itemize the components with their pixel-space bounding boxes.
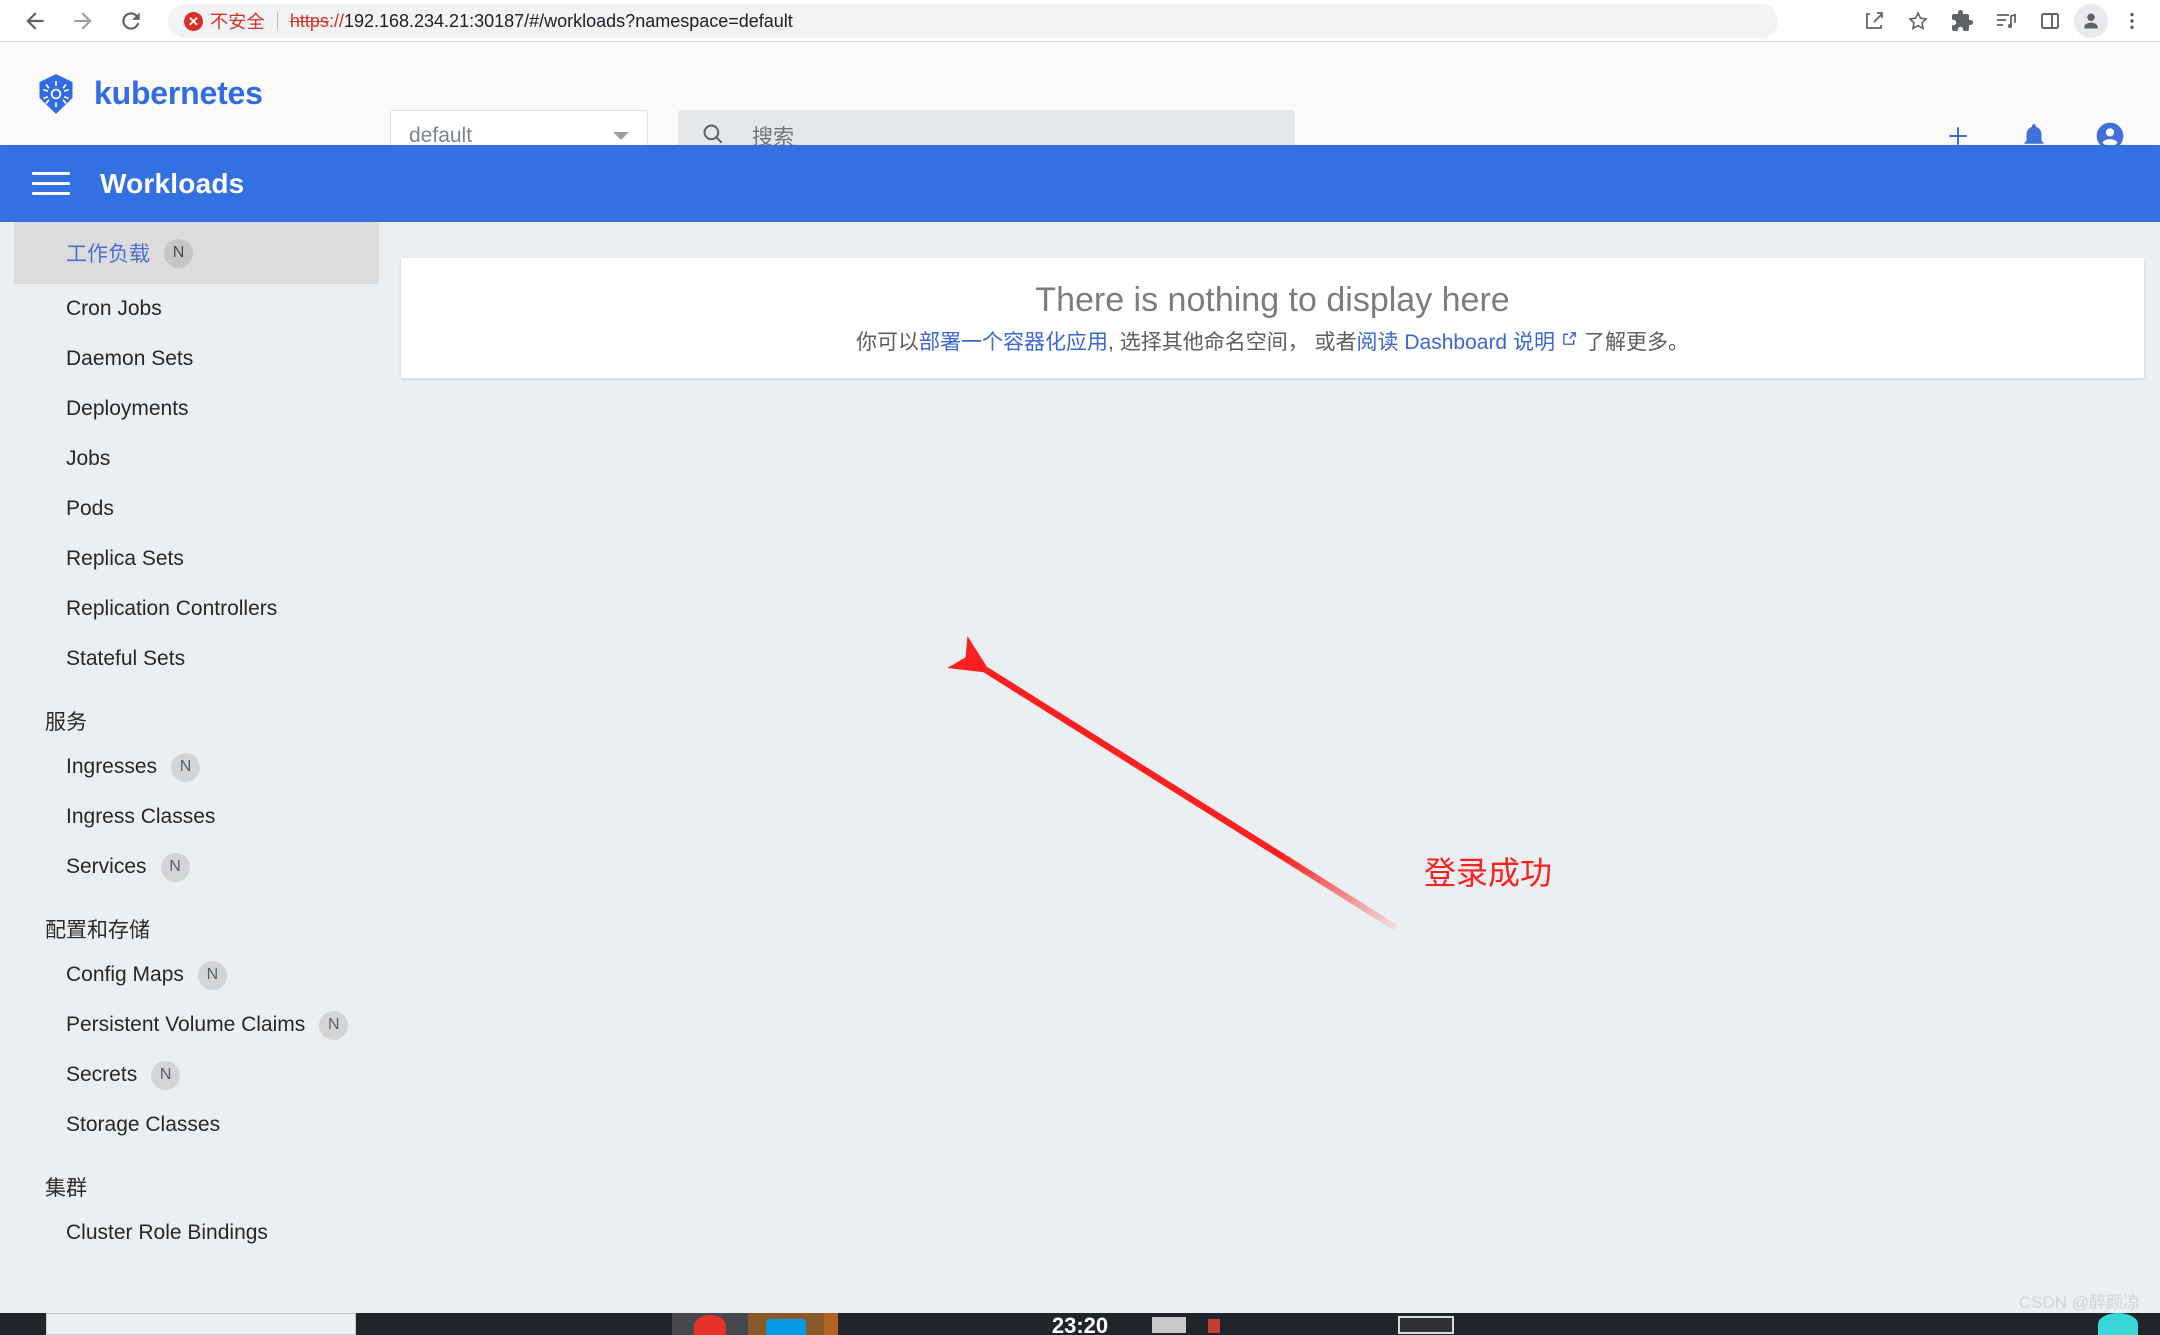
namespaced-badge: N [197, 960, 227, 990]
empty-sub-prefix: 你可以 [856, 330, 920, 354]
security-status[interactable]: ✕ 不安全 [184, 8, 265, 34]
page-title-bar: Workloads [0, 145, 2160, 222]
page-title: Workloads [100, 167, 245, 199]
browser-toolbar: ✕ 不安全 https://192.168.234.21:30187/#/wor… [0, 0, 2160, 42]
menu-hamburger-icon[interactable] [32, 172, 70, 195]
side-panel-icon[interactable] [2030, 1, 2070, 41]
taskbar-app-5[interactable] [2098, 1313, 2138, 1335]
sidebar-section-header: 配置和存储 [45, 919, 150, 942]
sidebar-item-label: Replication Controllers [66, 597, 278, 620]
extensions-puzzle-icon[interactable] [1942, 1, 1982, 41]
sidebar-item-ingresses[interactable]: Ingresses N [0, 742, 393, 792]
sidebar-item-secrets[interactable]: Secrets N [0, 1050, 393, 1100]
sidebar-item-ingress-classes[interactable]: Ingress Classes [0, 792, 393, 842]
more-menu-icon[interactable] [2112, 1, 2152, 41]
empty-state-title: There is nothing to display here [1035, 280, 1510, 319]
bookmark-star-icon[interactable] [1898, 1, 1938, 41]
sidebar-item-replication-controllers[interactable]: Replication Controllers [0, 584, 393, 634]
app-header: kubernetes default 搜索 [0, 42, 2160, 162]
sidebar-item-label: Pods [66, 497, 114, 520]
brand-name: kubernetes [94, 75, 263, 111]
url-host-path: 192.168.234.21:30187/#/workloads?namespa… [343, 10, 793, 31]
sidebar-item-pods[interactable]: Pods [0, 484, 393, 534]
sidebar-item-label: Replica Sets [66, 547, 184, 570]
sidebar-item-config-maps[interactable]: Config Maps N [0, 950, 393, 1000]
empty-sub-middle: , 选择其他命名空间， 或者 [1108, 330, 1357, 354]
namespaced-badge: N [171, 752, 201, 782]
csdn-watermark: CSDN @醉颜凉 [2018, 1293, 2140, 1312]
sidebar-item-label: Jobs [66, 447, 111, 470]
namespaced-badge: N [319, 1010, 349, 1040]
chevron-down-icon [613, 132, 629, 140]
empty-sub-suffix: 了解更多。 [1583, 330, 1689, 354]
url-scheme: https [289, 10, 329, 31]
media-list-icon[interactable] [1986, 1, 2026, 41]
dashboard-docs-link[interactable]: 阅读 Dashboard 说明 [1357, 326, 1555, 356]
sidebar-item-label: Stateful Sets [66, 647, 186, 670]
address-bar[interactable]: ✕ 不安全 https://192.168.234.21:30187/#/wor… [168, 4, 1778, 38]
url-scheme-separator: :// [328, 10, 344, 31]
screen-root: ✕ 不安全 https://192.168.234.21:30187/#/wor… [0, 0, 2160, 1335]
taskbar-terminal-icon[interactable] [1398, 1316, 1454, 1334]
brand-logo[interactable]: kubernetes [34, 72, 263, 116]
sidebar-item-label: Daemon Sets [66, 347, 194, 370]
sidebar-item-services[interactable]: Services N [0, 842, 393, 892]
taskbar-keyboard-icon[interactable] [1152, 1317, 1186, 1333]
browser-nav-buttons [14, 0, 152, 42]
taskbar-app-3[interactable] [824, 1313, 838, 1335]
sidebar-item-cluster-role-bindings[interactable]: Cluster Role Bindings [0, 1208, 393, 1258]
sidebar-item-label: Cron Jobs [66, 297, 162, 320]
namespaced-badge: N [151, 1060, 181, 1090]
sidebar-item-label: Cluster Role Bindings [66, 1221, 268, 1244]
not-secure-icon: ✕ [184, 11, 203, 31]
deploy-app-link[interactable]: 部署一个容器化应用 [919, 326, 1108, 356]
sidebar-item-replica-sets[interactable]: Replica Sets [0, 534, 393, 584]
taskbar-clock: 23:20 [1051, 1313, 1109, 1335]
sidebar-item-label: Ingress Classes [66, 805, 216, 828]
empty-state-subtitle: 你可以 部署一个容器化应用 , 选择其他命名空间， 或者 阅读 Dashboar… [856, 326, 1689, 356]
kubernetes-logo-icon [39, 73, 73, 114]
sidebar-section-header: 服务 [45, 711, 87, 734]
sidebar-item-label: Secrets [66, 1063, 138, 1086]
sidebar-item-stateful-sets[interactable]: Stateful Sets [0, 634, 393, 684]
namespaced-badge: N [160, 852, 190, 882]
sidebar-item-工作负载[interactable]: 工作负载 N [14, 222, 379, 284]
sidebar-item-storage-classes[interactable]: Storage Classes [0, 1100, 393, 1150]
sidebar-item-daemon-sets[interactable]: Daemon Sets [0, 334, 393, 384]
sidebar-item-label: Persistent Volume Claims [66, 1013, 306, 1036]
empty-state-card: There is nothing to display here 你可以 部署一… [401, 258, 2144, 378]
omnibox-divider [276, 11, 278, 31]
browser-action-icons [1854, 0, 2152, 42]
sidebar-section-header: 集群 [45, 1177, 87, 1200]
main-content: There is nothing to display here 你可以 部署一… [393, 222, 2160, 1313]
sidebar-item-label: Config Maps [66, 963, 184, 986]
security-status-label: 不安全 [210, 12, 265, 32]
namespaced-badge: N [164, 238, 193, 268]
url-text: https://192.168.234.21:30187/#/workloads… [290, 11, 793, 32]
taskbar-search-box[interactable] [46, 1313, 356, 1335]
sidebar-item-label: Storage Classes [66, 1113, 221, 1136]
taskbar-app-2[interactable] [748, 1313, 824, 1335]
external-link-icon [1561, 329, 1578, 353]
share-icon[interactable] [1854, 1, 1894, 41]
sidebar-item-jobs[interactable]: Jobs [0, 434, 393, 484]
sidebar-item-label: Deployments [66, 397, 189, 420]
sidebar-item-label: Services [66, 855, 147, 878]
taskbar-app-1[interactable] [672, 1313, 748, 1335]
sidebar-item-label: Ingresses [66, 755, 158, 778]
back-button[interactable] [14, 0, 56, 42]
sidebar-item-deployments[interactable]: Deployments [0, 384, 393, 434]
sidebar-item-cron-jobs[interactable]: Cron Jobs [0, 284, 393, 334]
reload-button[interactable] [110, 0, 152, 42]
os-taskbar[interactable]: 23:20 [0, 1313, 2160, 1335]
sidebar-item-label: 工作负载 [66, 243, 150, 266]
sidebar-item-persistent-volume-claims[interactable]: Persistent Volume Claims N [0, 1000, 393, 1050]
profile-avatar-icon[interactable] [2074, 4, 2108, 38]
sidebar-nav[interactable]: 工作负载 N Cron Jobs Daemon Sets Deployments Jobs… [0, 222, 393, 1313]
taskbar-app-4[interactable] [1208, 1319, 1220, 1333]
annotation-label: 登录成功 [1424, 855, 1553, 891]
forward-button[interactable] [62, 0, 104, 42]
